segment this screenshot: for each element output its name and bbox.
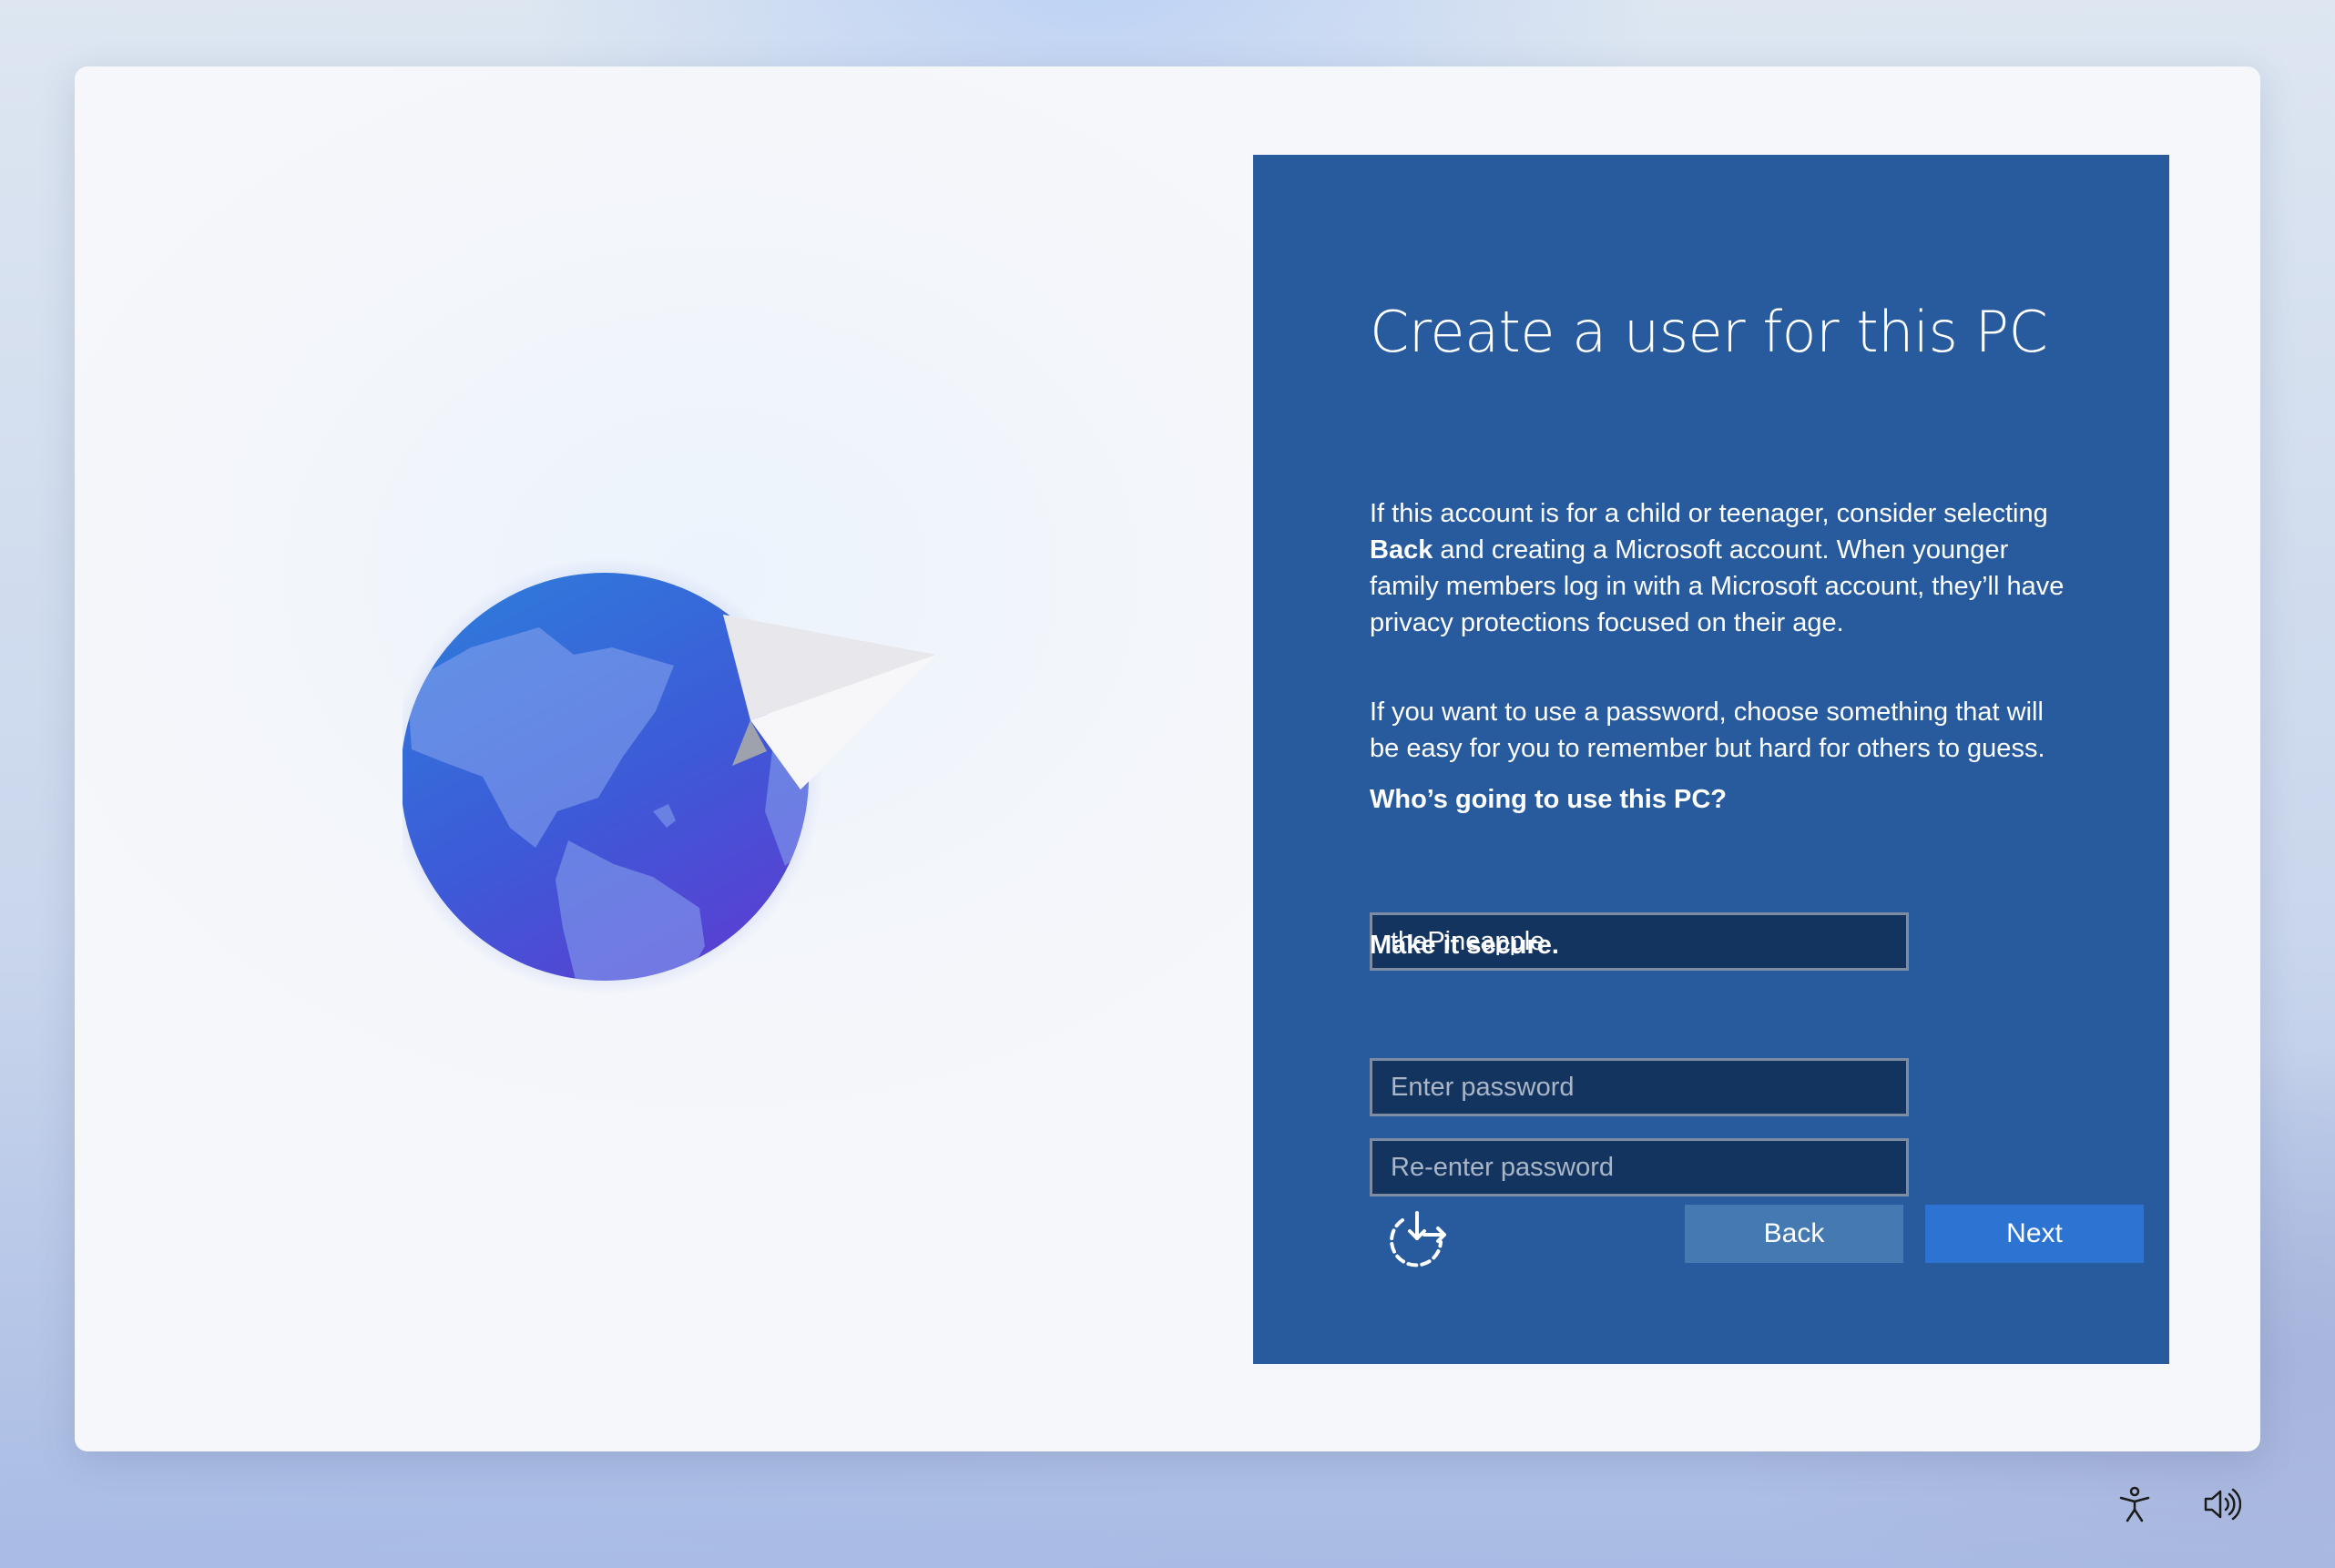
hint-back-emphasis: Back: [1370, 535, 1433, 565]
hint-text-start: If this account is for a child or teenag…: [1370, 499, 2048, 528]
restart-setup-icon[interactable]: [1384, 1204, 1450, 1269]
create-user-panel: Create a user for this PC If this accoun…: [1253, 155, 2169, 1364]
page-title: Create a user for this PC: [1370, 299, 2048, 365]
setup-window: Create a user for this PC If this accoun…: [75, 66, 2260, 1451]
volume-icon[interactable]: [2201, 1484, 2241, 1524]
hint-text-end: and creating a Microsoft account. When y…: [1370, 535, 2065, 637]
back-button[interactable]: Back: [1685, 1205, 1903, 1263]
child-account-hint: If this account is for a child or teenag…: [1370, 495, 2080, 641]
username-label: Who’s going to use this PC?: [1370, 785, 1728, 814]
accessibility-icon[interactable]: [2115, 1484, 2155, 1524]
password-hint: If you want to use a password, choose so…: [1370, 697, 2045, 763]
password-section-label: Make it secure.: [1370, 931, 1559, 960]
reenter-password-input[interactable]: [1370, 1138, 1909, 1196]
password-input[interactable]: [1370, 1058, 1909, 1116]
next-button[interactable]: Next: [1925, 1205, 2144, 1263]
globe-paper-plane-illustration: [403, 558, 936, 995]
